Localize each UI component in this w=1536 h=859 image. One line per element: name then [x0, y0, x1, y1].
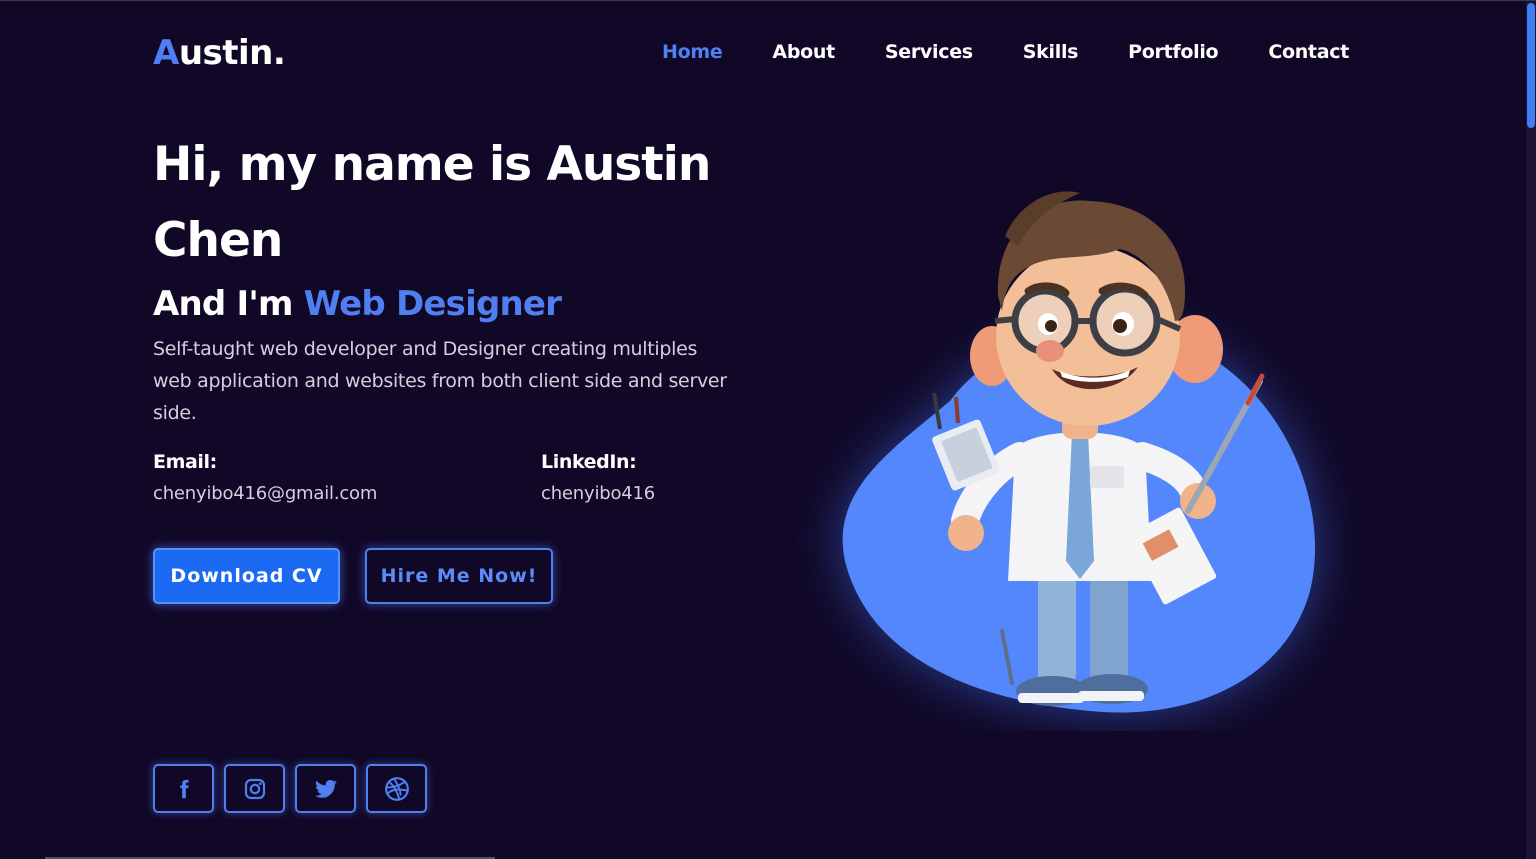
logo-initial: A — [153, 33, 179, 73]
page: Austin. Home About Services Skills Portf… — [0, 0, 1536, 859]
facebook-link[interactable] — [153, 764, 214, 813]
nav-portfolio[interactable]: Portfolio — [1128, 41, 1218, 63]
dribbble-icon — [384, 776, 409, 801]
linkedin-label: LinkedIn: — [541, 451, 637, 473]
email-label: Email: — [153, 451, 217, 473]
subhead-prefix: And I'm — [153, 284, 293, 324]
hire-me-button[interactable]: Hire Me Now! — [365, 548, 553, 604]
hero-description: Self-taught web developer and Designer c… — [153, 338, 727, 424]
hero-illustration — [842, 191, 1316, 713]
dribbble-link[interactable] — [366, 764, 427, 813]
nav-services[interactable]: Services — [885, 41, 973, 63]
subhead-role: Web Designer — [303, 284, 562, 324]
twitter-link[interactable] — [295, 764, 356, 813]
email-value[interactable]: chenyibo416@gmail.com — [153, 483, 377, 504]
nav-contact[interactable]: Contact — [1268, 41, 1349, 63]
hero-headline: Hi, my name is Austin Chen — [153, 137, 711, 268]
hero-subhead: And I'm Web Designer — [153, 284, 562, 324]
nav-skills[interactable]: Skills — [1023, 41, 1079, 63]
scrollbar-thumb[interactable] — [1527, 3, 1535, 128]
linkedin-value[interactable]: chenyibo416 — [541, 483, 655, 504]
nav-home[interactable]: Home — [662, 41, 723, 63]
scrollbar[interactable] — [1526, 1, 1536, 859]
social-links — [153, 764, 427, 813]
twitter-icon — [314, 779, 337, 798]
download-cv-button[interactable]: Download CV — [153, 548, 340, 604]
logo-text: ustin. — [178, 33, 286, 73]
logo[interactable]: Austin. — [153, 33, 286, 73]
instagram-icon — [244, 778, 265, 799]
facebook-icon — [179, 779, 189, 798]
instagram-link[interactable] — [224, 764, 285, 813]
nav-about[interactable]: About — [772, 41, 835, 63]
main-nav: Home About Services Skills Portfolio Con… — [662, 41, 1349, 63]
